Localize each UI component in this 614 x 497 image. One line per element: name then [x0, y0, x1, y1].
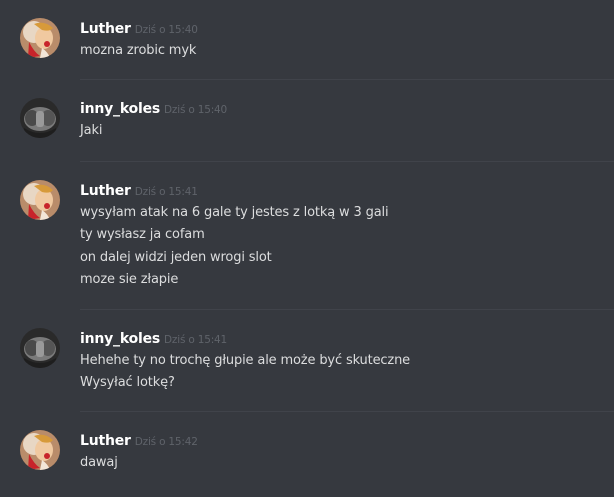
message-divider	[80, 309, 614, 310]
username[interactable]: Luther	[80, 433, 131, 449]
message-line: Hehehe ty no trochę głupie ale może być …	[80, 353, 411, 368]
inny-koles-avatar[interactable]	[20, 328, 60, 368]
username[interactable]: inny_koles	[80, 331, 160, 347]
message-content: mozna zrobic myk	[80, 40, 196, 62]
message-content: dawaj	[80, 452, 118, 474]
username[interactable]: Luther	[80, 183, 131, 199]
luther-avatar[interactable]	[20, 18, 60, 58]
message-line: on dalej widzi jeden wrogi slot	[80, 249, 272, 265]
message-header: Luther Dziś o 15:40	[80, 18, 198, 37]
inny-koles-avatar[interactable]	[20, 98, 60, 138]
username[interactable]: inny_koles	[80, 101, 160, 117]
timestamp[interactable]: Dziś o 15:42	[135, 436, 198, 448]
message-line: ty wysłasz ja cofam	[80, 227, 205, 243]
message-divider	[80, 79, 614, 80]
message-content: Jaki	[80, 120, 102, 142]
message-divider	[80, 161, 614, 162]
message-line: mozna zrobic myk	[80, 43, 197, 58]
timestamp[interactable]: Dziś o 15:41	[164, 334, 227, 346]
message-line: dawaj	[80, 455, 118, 470]
message-line: wysyłam atak na 6 gale ty jestes z lotką…	[80, 205, 389, 220]
timestamp[interactable]: Dziś o 15:41	[135, 186, 198, 198]
message-line: Jaki	[80, 123, 103, 138]
message-content: Hehehe ty no trochę głupie ale może być …	[80, 350, 410, 395]
luther-avatar[interactable]	[20, 180, 60, 220]
message-header: Luther Dziś o 15:42	[80, 430, 198, 449]
luther-avatar[interactable]	[20, 430, 60, 470]
message-content: wysyłam atak na 6 gale ty jestes z lotką…	[80, 202, 389, 291]
message-divider	[80, 411, 614, 412]
chat-message-list: Luther Dziś o 15:40 mozna zrobic myk inny…	[0, 0, 614, 497]
message-line: moze sie złapie	[80, 271, 179, 287]
timestamp[interactable]: Dziś o 15:40	[135, 24, 198, 36]
timestamp[interactable]: Dziś o 15:40	[164, 104, 227, 116]
message-line: Wysyłać lotkę?	[80, 375, 175, 391]
username[interactable]: Luther	[80, 21, 131, 37]
message-header: inny_koles Dziś o 15:40	[80, 98, 227, 117]
message-header: Luther Dziś o 15:41	[80, 180, 198, 199]
message-header: inny_koles Dziś o 15:41	[80, 328, 227, 347]
